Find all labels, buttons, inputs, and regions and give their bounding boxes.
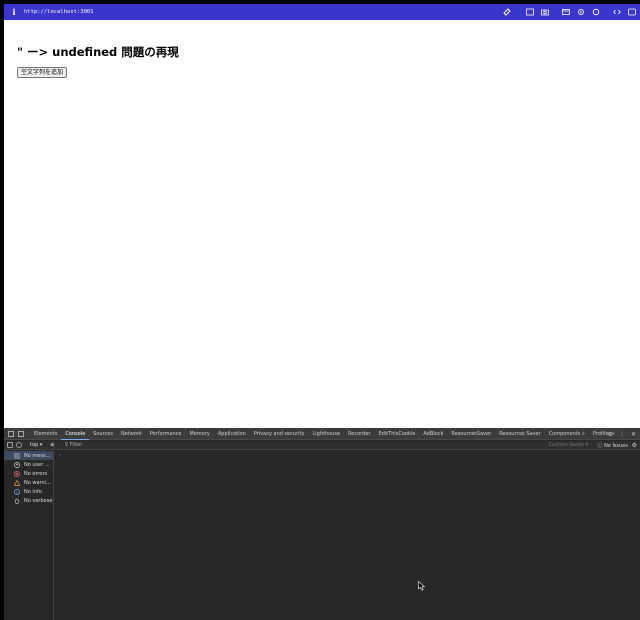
console-sidebar: No mess... No user ... No errors No warn… [4,451,54,620]
tab-lighthouse[interactable]: Lighthouse [308,428,344,440]
console-toolbar: top ▾ ◉ ⊽ Filter Custom levels ▾ ⓘ No Is… [4,441,640,450]
camera-icon[interactable] [541,8,549,16]
tab-editthiscookie[interactable]: EditThisCookie [374,428,419,440]
extension-icon[interactable] [592,8,600,16]
issues-counter[interactable]: ⓘ No Issues [597,442,628,449]
tab-sources[interactable]: Sources [89,428,117,440]
bug-icon [14,498,20,504]
sidebar-item-errors[interactable]: No errors [4,469,53,478]
link-icon[interactable] [503,8,511,16]
tab-memory[interactable]: Memory [186,428,214,440]
error-icon [14,470,20,477]
context-selector[interactable]: top ▾ [30,442,42,448]
mouse-cursor-icon [418,581,426,591]
sidebar-item-label: No user ... [24,461,50,468]
sidebar-item-label: No mess... [24,452,51,459]
card-icon[interactable] [562,8,570,16]
eye-icon[interactable]: ◉ [50,442,54,448]
sidebar-item-user-messages[interactable]: No user ... [4,460,53,469]
user-icon [14,461,20,468]
issues-label: No Issues [604,442,628,449]
more-options-icon[interactable]: ⋮ [619,431,625,438]
tab-components[interactable]: Components » [545,428,589,440]
tab-console[interactable]: Console [61,428,90,440]
console-output[interactable]: › [55,451,640,620]
sidebar-item-label: No verbose [24,497,53,504]
url-text[interactable]: http://localhost:3001 [24,9,94,15]
filter-input[interactable]: ⊽ Filter [65,442,83,448]
warning-icon [14,479,20,486]
device-toggle-icon[interactable] [18,430,24,437]
gear-icon[interactable] [577,8,585,16]
clear-console-icon[interactable] [16,442,22,448]
sidebar-item-label: No info [24,488,42,495]
console-prompt[interactable]: › [59,453,61,459]
info-icon[interactable]: i [6,7,22,17]
filter-placeholder: Filter [69,442,83,448]
sidebar-item-messages[interactable]: No mess... [4,451,53,460]
close-icon[interactable]: ✕ [631,431,636,438]
code-icon[interactable] [613,8,621,16]
sidebar-item-label: No errors [24,470,48,477]
console-settings-icon[interactable]: ⚙ [632,442,637,449]
toolbar-icons [503,4,636,20]
sidebar-item-warnings[interactable]: No warni... [4,478,53,487]
settings-icon[interactable] [628,8,636,16]
devtools-tabbar: Elements Console Sources Network Perform… [4,428,640,440]
sidebar-item-label: No warni... [24,479,51,486]
inspect-icon[interactable] [8,430,14,437]
info-icon [14,488,20,495]
page-title: " ー> undefined 問題の再現 [17,45,179,59]
tab-network[interactable]: Network [117,428,146,440]
tab-elements[interactable]: Elements [30,428,61,440]
tab-privacy[interactable]: Privacy and security [250,428,309,440]
tab-performance[interactable]: Performance [146,428,186,440]
address-bar: i http://localhost:3001 [4,4,640,20]
add-empty-string-button[interactable]: 空文字列を追加 [17,67,68,78]
tab-resourcessaver[interactable]: ResourcesSaver [447,428,495,440]
translate-icon[interactable] [526,8,534,16]
sidebar-item-verbose[interactable]: No verbose [4,496,53,505]
sidebar-item-info[interactable]: No info [4,487,53,496]
browser-window: i http://localhost:3001 " ー> undefined 問… [4,4,640,620]
devtools-panel: Elements Console Sources Network Perform… [4,428,640,620]
tab-adblock[interactable]: AdBlock [419,428,447,440]
tab-application[interactable]: Application [214,428,250,440]
list-icon [14,453,20,459]
sidebar-toggle-icon[interactable] [7,442,13,448]
log-levels-dropdown[interactable]: Custom levels ▾ [549,442,588,448]
tab-recorder[interactable]: Recorder [344,428,374,440]
tab-resources-saver[interactable]: Resources Saver [495,428,544,440]
info-badge-icon: ⓘ [597,442,603,449]
page-content: " ー> undefined 問題の再現 空文字列を追加 [4,20,640,427]
settings-gear-icon[interactable]: ⚙ [608,431,613,438]
